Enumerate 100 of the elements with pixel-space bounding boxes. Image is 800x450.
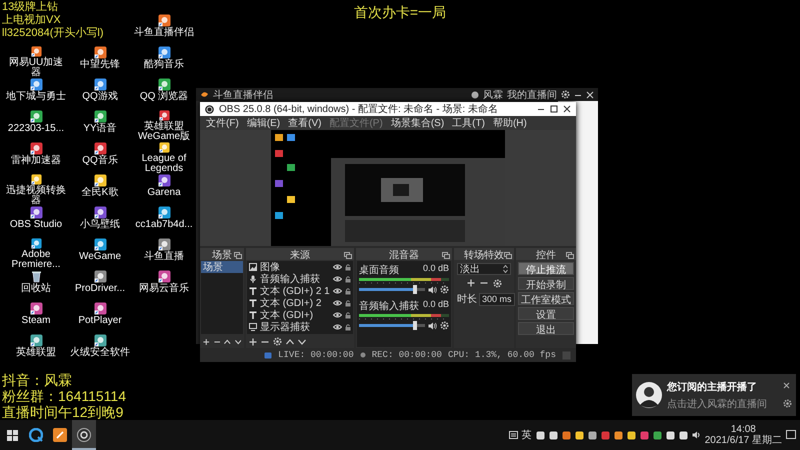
volume-icon[interactable] <box>692 431 701 439</box>
app-icon[interactable] <box>30 110 42 123</box>
app-icon[interactable] <box>158 238 170 251</box>
app-icon[interactable] <box>158 142 170 153</box>
app-icon[interactable] <box>94 78 106 91</box>
app-icon[interactable] <box>30 302 42 315</box>
add-icon[interactable] <box>203 338 210 346</box>
slider-thumb[interactable] <box>413 321 418 330</box>
move-down-icon[interactable] <box>298 338 306 346</box>
app-icon[interactable] <box>30 174 42 185</box>
notification-center-icon[interactable] <box>786 430 796 440</box>
maximize-icon[interactable] <box>550 105 558 113</box>
lock-icon[interactable] <box>345 312 351 318</box>
control-button[interactable]: 退出 <box>518 322 574 335</box>
undock-icon[interactable] <box>344 252 352 258</box>
scene-item[interactable]: 场景 <box>201 261 243 273</box>
menu-item[interactable]: 场景集合(S) <box>390 116 444 130</box>
transition-dropdown[interactable]: 淡出 <box>457 263 511 275</box>
eye-icon[interactable] <box>333 264 342 270</box>
recycle-bin-icon[interactable] <box>30 270 42 283</box>
menu-item[interactable]: 工具(T) <box>452 116 485 130</box>
settings-icon[interactable] <box>561 90 570 99</box>
move-up-icon[interactable] <box>286 338 294 346</box>
microphone-icon <box>249 275 257 283</box>
undock-icon[interactable] <box>566 252 574 258</box>
lock-icon[interactable] <box>345 264 351 270</box>
app-icon[interactable] <box>158 206 170 219</box>
settings-icon[interactable] <box>440 321 449 330</box>
icon-label: 小鸟壁纸 <box>80 220 120 230</box>
lock-icon[interactable] <box>345 288 351 294</box>
undock-icon[interactable] <box>442 252 450 258</box>
app-icon[interactable] <box>94 142 106 155</box>
app-icon[interactable] <box>30 206 42 219</box>
source-name: 文本 (GDI+) <box>260 308 314 322</box>
icon-label: 雷神加速器 <box>11 156 61 166</box>
menu-item[interactable]: 编辑(E) <box>246 116 280 130</box>
undock-icon[interactable] <box>234 252 242 258</box>
channel-name: 桌面音频 <box>359 264 399 277</box>
control-button[interactable]: 开始录制 <box>518 277 574 290</box>
room-link[interactable]: 我的直播间 <box>507 88 557 102</box>
app-icon[interactable] <box>94 238 106 251</box>
app-icon[interactable] <box>158 14 170 27</box>
menu-item[interactable]: 查看(V) <box>288 116 322 130</box>
app-icon[interactable] <box>158 110 170 121</box>
lock-icon[interactable] <box>345 300 351 306</box>
app-icon[interactable] <box>94 302 106 315</box>
ime-indicator[interactable]: 英 <box>522 428 532 442</box>
settings-icon[interactable] <box>440 285 449 294</box>
keyboard-icon[interactable] <box>508 431 518 439</box>
monitor-icon <box>249 323 257 331</box>
control-button[interactable]: 停止推流 <box>518 262 574 275</box>
control-button[interactable]: 工作室模式 <box>518 292 574 305</box>
add-icon[interactable] <box>466 279 474 287</box>
settings-icon[interactable] <box>783 399 792 408</box>
app-icon[interactable] <box>30 142 42 155</box>
overlay-text: 直播时间午12到晚9 <box>2 404 124 420</box>
app-icon[interactable] <box>158 270 170 283</box>
settings-icon[interactable] <box>492 279 502 288</box>
eye-icon[interactable] <box>333 324 342 330</box>
stream-title: 首次办卡=一局 <box>354 4 446 22</box>
resize-grip-icon[interactable] <box>562 350 571 360</box>
slider-thumb[interactable] <box>413 285 418 294</box>
record-icon <box>360 352 366 358</box>
icon-label: QQ音乐 <box>82 156 118 166</box>
app-icon[interactable] <box>30 334 42 347</box>
app-icon[interactable] <box>94 334 106 347</box>
taskbar-button[interactable] <box>72 420 96 450</box>
eye-icon[interactable] <box>333 276 342 282</box>
app-icon[interactable] <box>30 238 42 249</box>
app-icon[interactable] <box>94 206 106 219</box>
close-icon[interactable] <box>563 105 571 113</box>
menu-item[interactable]: 文件(F) <box>206 116 239 130</box>
menu-item[interactable]: 帮助(H) <box>492 116 527 130</box>
app-icon[interactable] <box>158 46 170 59</box>
settings-icon[interactable] <box>273 337 282 346</box>
app-icon[interactable] <box>94 270 106 283</box>
control-button[interactable]: 设置 <box>518 307 574 320</box>
app-icon[interactable] <box>158 174 170 187</box>
speaker-icon[interactable] <box>428 322 437 330</box>
lock-icon[interactable] <box>345 324 351 330</box>
eye-icon[interactable] <box>333 288 342 294</box>
app-icon[interactable] <box>94 110 106 123</box>
eye-icon[interactable] <box>333 300 342 306</box>
clock-time: 14:08 <box>730 424 756 435</box>
app-icon[interactable] <box>94 46 106 59</box>
add-icon[interactable] <box>249 338 257 346</box>
duration-field[interactable]: 300 ms <box>479 292 515 306</box>
move-up-icon[interactable] <box>224 338 230 346</box>
channel-name: 音频输入捕获 <box>359 300 419 313</box>
windows-logo-icon[interactable] <box>6 430 18 440</box>
app-icon[interactable] <box>30 46 42 57</box>
app-icon[interactable] <box>158 78 170 91</box>
lock-icon[interactable] <box>345 276 351 282</box>
close-icon[interactable] <box>783 382 790 389</box>
eye-icon[interactable] <box>333 312 342 318</box>
app-icon[interactable] <box>30 78 42 91</box>
undock-icon[interactable] <box>504 252 512 258</box>
app-icon[interactable] <box>94 174 106 187</box>
move-down-icon[interactable] <box>234 338 241 346</box>
speaker-icon[interactable] <box>428 286 437 294</box>
